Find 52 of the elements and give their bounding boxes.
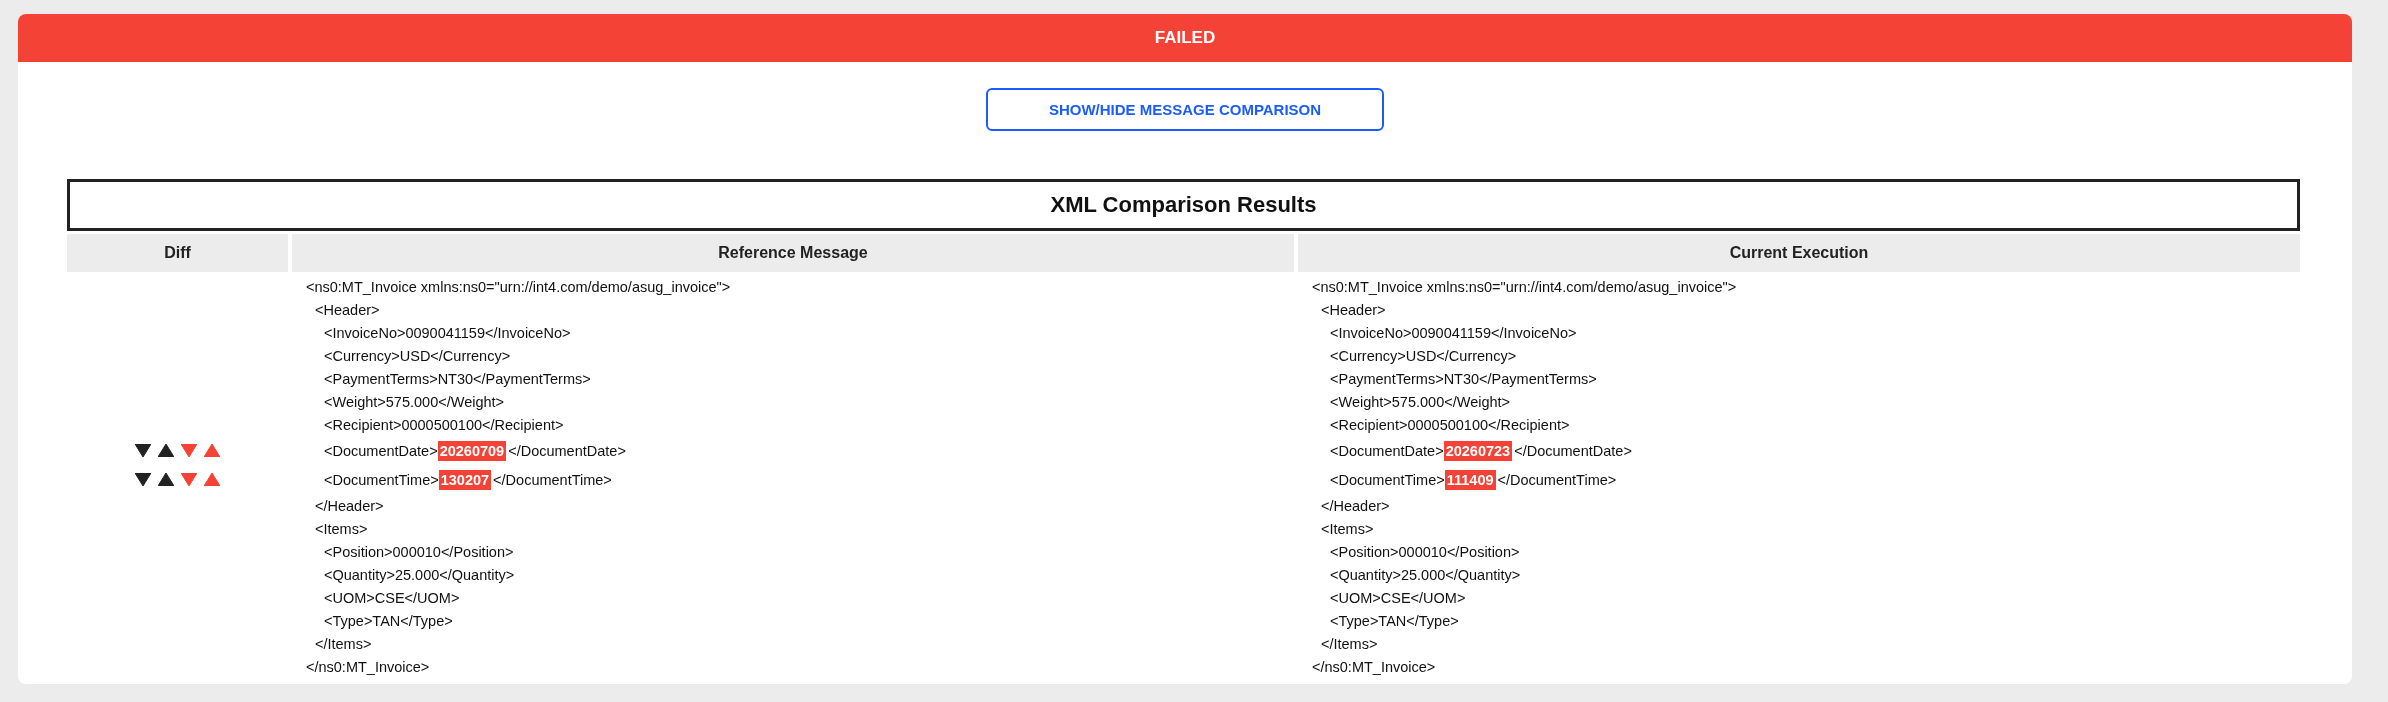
- toggle-comparison-button[interactable]: SHOW/HIDE MESSAGE COMPARISON: [986, 88, 1384, 131]
- xml-line: <Type>TAN</Type>: [1330, 612, 1459, 629]
- xml-line: <ns0:MT_Invoice xmlns:ns0="urn://int4.com/demo/asug_invoice">: [1312, 278, 1737, 295]
- xml-line: <Position>000010</Position>: [324, 543, 514, 560]
- xml-open-tag: <DocumentTime>: [1330, 471, 1445, 488]
- xml-open-tag: <DocumentDate>: [1330, 442, 1444, 459]
- xml-line: <Quantity>25.000</Quantity>: [324, 566, 515, 583]
- xml-line: </Header>: [315, 497, 384, 514]
- column-header: Reference Message: [292, 234, 1294, 272]
- status-banner: FAILED: [18, 14, 2352, 62]
- changed-value: 20260723: [1443, 440, 1513, 461]
- xml-line: <PaymentTerms>NT30</PaymentTerms>: [1330, 370, 1597, 387]
- xml-line: </ns0:MT_Invoice>: [1312, 658, 1436, 675]
- xml-line: </ns0:MT_Invoice>: [306, 658, 430, 675]
- down-triangle-icon[interactable]: [135, 473, 151, 486]
- up-triangle-icon[interactable]: [158, 473, 174, 486]
- xml-close-tag: </DocumentTime>: [1497, 471, 1617, 488]
- changed-value: 130207: [438, 469, 492, 490]
- column-header: Current Execution: [1298, 234, 2300, 272]
- xml-line: <Quantity>25.000</Quantity>: [1330, 566, 1521, 583]
- xml-close-tag: </DocumentTime>: [493, 471, 612, 488]
- changed-value: 20260709: [437, 440, 507, 461]
- xml-line: <Currency>USD</Currency>: [1330, 347, 1517, 364]
- xml-line: <Items>: [315, 520, 368, 537]
- xml-line: <InvoiceNo>0090041159</InvoiceNo>: [1330, 324, 1577, 341]
- xml-line: <Header>: [1321, 301, 1386, 318]
- xml-line: <PaymentTerms>NT30</PaymentTerms>: [324, 370, 591, 387]
- xml-line: <Header>: [315, 301, 380, 318]
- xml-line: <InvoiceNo>0090041159</InvoiceNo>: [324, 324, 571, 341]
- down-triangle-icon[interactable]: [135, 444, 151, 457]
- changed-value: 111409: [1444, 469, 1496, 490]
- xml-line: <Type>TAN</Type>: [324, 612, 453, 629]
- xml-line: <Recipient>0000500100</Recipient>: [1330, 416, 1570, 433]
- xml-open-tag: <DocumentDate>: [324, 442, 438, 459]
- column-header: Diff: [67, 234, 288, 272]
- xml-line: </Header>: [1321, 497, 1390, 514]
- xml-close-tag: </DocumentDate>: [508, 442, 626, 459]
- xml-line: </Items>: [315, 635, 372, 652]
- xml-line: </Items>: [1321, 635, 1378, 652]
- xml-line: <Position>000010</Position>: [1330, 543, 1520, 560]
- xml-line: <UOM>CSE</UOM>: [1330, 589, 1466, 606]
- xml-line: <Currency>USD</Currency>: [324, 347, 511, 364]
- xml-close-tag: </DocumentDate>: [1514, 442, 1632, 459]
- up-triangle-icon[interactable]: [158, 444, 174, 457]
- xml-line: <Weight>575.000</Weight>: [1330, 393, 1511, 410]
- xml-line: <ns0:MT_Invoice xmlns:ns0="urn://int4.com/demo/asug_invoice">: [306, 278, 731, 295]
- xml-line: <Weight>575.000</Weight>: [324, 393, 505, 410]
- xml-line: <Recipient>0000500100</Recipient>: [324, 416, 564, 433]
- xml-line: <UOM>CSE</UOM>: [324, 589, 460, 606]
- comparison-title: XML Comparison Results: [67, 179, 2300, 231]
- xml-open-tag: <DocumentTime>: [324, 471, 439, 488]
- xml-line: <Items>: [1321, 520, 1374, 537]
